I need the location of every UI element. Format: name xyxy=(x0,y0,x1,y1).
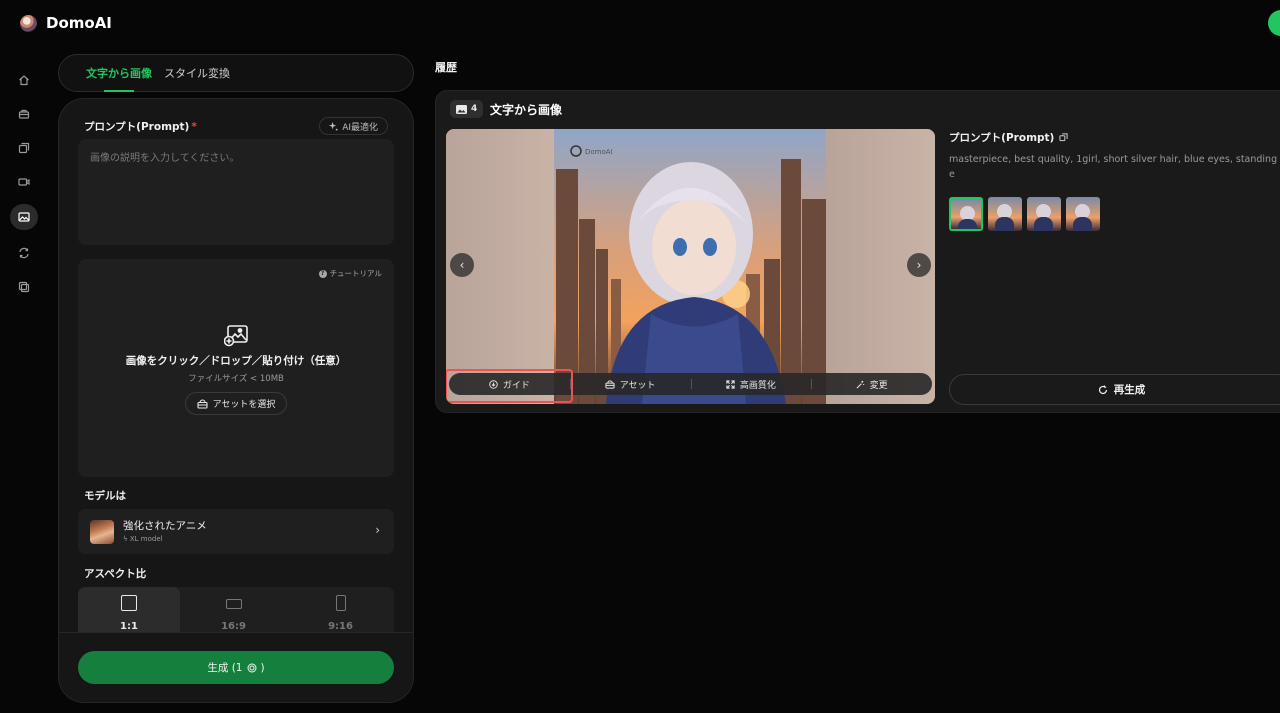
modify-button[interactable]: 変更 xyxy=(811,373,932,395)
rail-home[interactable] xyxy=(10,68,38,91)
app-name: DomoAI xyxy=(46,14,112,32)
card-title: 文字から画像 xyxy=(490,103,563,117)
upload-instructions: 画像をクリック／ドロップ／貼り付け（任意） xyxy=(125,355,347,367)
asset-button[interactable]: アセット xyxy=(569,373,691,395)
thumbnail-4[interactable] xyxy=(1066,197,1100,231)
chevron-right-icon: › xyxy=(916,258,922,272)
model-label: モデルは xyxy=(84,490,126,502)
portrait-icon xyxy=(335,595,346,611)
previous-image-button[interactable]: ‹ xyxy=(450,253,474,277)
square-icon xyxy=(121,595,137,611)
asset-icon xyxy=(605,379,615,389)
tab-text-to-image[interactable]: 文字から画像 xyxy=(86,54,152,92)
generate-button[interactable]: 生成 (1 ) xyxy=(78,651,394,684)
refresh-icon xyxy=(1098,385,1107,394)
home-icon xyxy=(19,74,29,85)
ai-optimize-button[interactable]: AI最適化 xyxy=(319,117,388,135)
chevron-left-icon: ‹ xyxy=(459,258,465,272)
model-sub: ϟ XL model xyxy=(123,535,163,543)
tutorial-link[interactable]: ? チュートリアル xyxy=(318,268,382,279)
thumbnail-3[interactable] xyxy=(1027,197,1061,231)
side-prompt-text: masterpiece, best quality, 1girl, short … xyxy=(949,154,1278,180)
copy-icon xyxy=(18,281,30,292)
side-prompt-label: プロンプト(Prompt) xyxy=(949,130,1068,145)
generated-image: DomoAI xyxy=(446,129,935,404)
landscape-icon xyxy=(225,599,242,609)
sparkle-icon xyxy=(329,121,338,131)
credit-icon xyxy=(247,663,256,672)
history-title: 履歴 xyxy=(435,61,457,74)
left-rail xyxy=(10,68,38,298)
prompt-box xyxy=(78,139,394,245)
rail-video[interactable] xyxy=(10,170,38,193)
question-icon: ? xyxy=(318,269,327,278)
thumbnail-strip xyxy=(949,197,1100,231)
download-circle-icon xyxy=(489,379,498,389)
thumbnail-2[interactable] xyxy=(988,197,1022,231)
copy-icon[interactable] xyxy=(1059,133,1068,142)
toolbox-icon xyxy=(18,109,30,119)
select-asset-button[interactable]: アセットを選択 xyxy=(185,392,287,415)
model-selector[interactable]: 強化されたアニメ ϟ XL model › xyxy=(78,509,394,554)
domoai-logo-icon xyxy=(20,14,37,32)
video-icon xyxy=(18,177,30,186)
thumbnail-1[interactable] xyxy=(949,197,983,231)
app-root: DomoAI 文字から画像 スタイル変換 プロンプト(Prompt) * AI最… xyxy=(0,0,1280,713)
mode-tabs: 文字から画像 スタイル変換 xyxy=(58,54,414,92)
aspect-label: アスペクト比 xyxy=(84,568,147,580)
rail-layers[interactable] xyxy=(10,136,38,159)
rail-toolbox[interactable] xyxy=(10,102,38,125)
prompt-input[interactable] xyxy=(78,139,394,245)
rail-image[interactable] xyxy=(10,204,38,230)
image-upload-zone[interactable]: ? チュートリアル 画像をクリック／ドロップ／貼り付け（任意） ファイルサイズ … xyxy=(78,259,394,477)
asset-icon xyxy=(197,398,208,409)
regenerate-button[interactable]: 再生成 xyxy=(949,374,1280,405)
rail-refresh[interactable] xyxy=(10,241,38,264)
brand[interactable]: DomoAI xyxy=(20,14,112,32)
model-thumbnail xyxy=(90,520,114,544)
image-count-badge: 4 xyxy=(450,100,484,118)
image-icon xyxy=(456,104,467,114)
generation-panel: プロンプト(Prompt)* AI最適化 ? チュートリアル 画像をクリック／ド… xyxy=(58,98,414,703)
magic-wand-icon xyxy=(856,380,864,388)
user-avatar[interactable] xyxy=(1268,10,1280,36)
image-upload-icon xyxy=(224,325,248,347)
expand-icon xyxy=(726,379,735,389)
model-name: 強化されたアニメ xyxy=(123,520,207,532)
history-card: 4 文字から画像 DomoAI ‹ › ガイド アセット 高画質化 変更 プロン… xyxy=(435,90,1280,413)
refresh-icon xyxy=(19,247,29,258)
image-viewer[interactable]: DomoAI ‹ › ガイド アセット 高画質化 変更 xyxy=(446,129,935,404)
guide-button[interactable]: ガイド xyxy=(449,373,570,395)
layers-icon xyxy=(18,142,30,153)
file-size-limit: ファイルサイズ < 10MB xyxy=(188,374,284,384)
prompt-label: プロンプト(Prompt) * xyxy=(84,121,197,133)
bolt-icon: ϟ xyxy=(123,535,128,543)
upscale-button[interactable]: 高画質化 xyxy=(690,373,812,395)
panel-footer: 生成 (1 ) xyxy=(59,632,413,702)
image-icon xyxy=(18,212,30,222)
watermark: DomoAI xyxy=(585,148,613,156)
next-image-button[interactable]: › xyxy=(907,253,931,277)
required-mark: * xyxy=(191,121,197,133)
image-action-bar: ガイド アセット 高画質化 変更 xyxy=(446,369,932,403)
rail-copy[interactable] xyxy=(10,275,38,298)
tab-style-transfer[interactable]: スタイル変換 xyxy=(164,54,230,92)
chevron-right-icon: › xyxy=(375,523,380,537)
